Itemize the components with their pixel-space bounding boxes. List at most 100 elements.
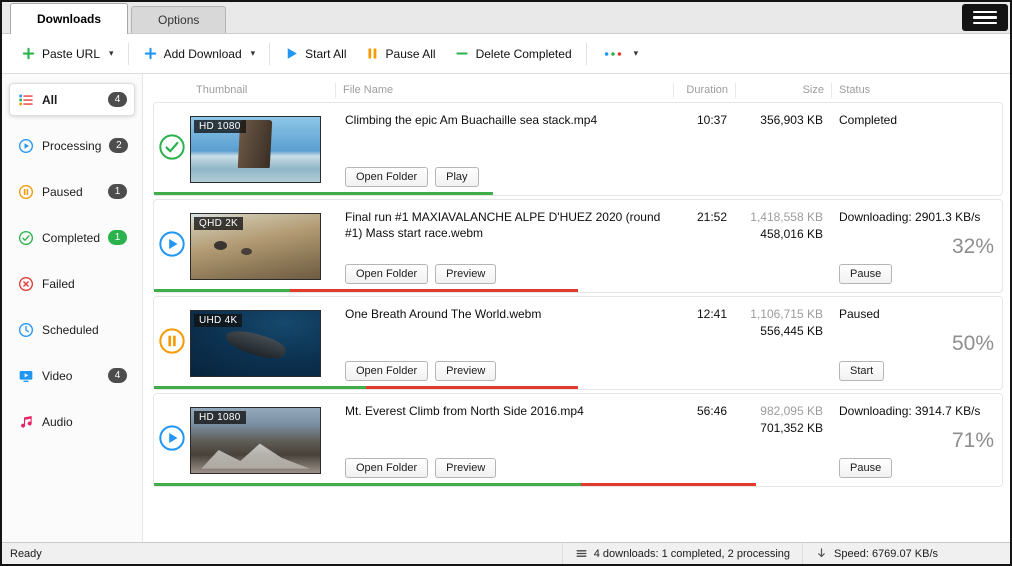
x-circle-icon xyxy=(17,275,34,292)
status-text: Downloading: 3914.7 KB/s xyxy=(839,404,996,418)
list-lines-icon xyxy=(575,547,588,560)
hamburger-menu-button[interactable] xyxy=(962,4,1008,31)
sidebar-item-processing[interactable]: Processing 2 xyxy=(9,129,135,162)
count-badge: 4 xyxy=(108,92,127,107)
sidebar-item-scheduled[interactable]: Scheduled xyxy=(9,313,135,346)
tab-label: Downloads xyxy=(37,12,101,26)
sidebar-item-completed[interactable]: Completed 1 xyxy=(9,221,135,254)
status-text: Paused xyxy=(839,307,996,321)
tab-downloads[interactable]: Downloads xyxy=(10,3,128,34)
play-circle-icon xyxy=(158,230,186,263)
column-header-thumbnail: Thumbnail xyxy=(189,83,335,98)
chevron-down-icon[interactable]: ▾ xyxy=(251,48,256,59)
duration-value: 12:41 xyxy=(672,297,734,389)
status-text: Completed xyxy=(839,113,996,127)
count-badge: 2 xyxy=(109,138,128,153)
preview-button[interactable]: Preview xyxy=(435,458,496,478)
count-badge: 4 xyxy=(108,368,127,383)
quality-badge: UHD 4K xyxy=(194,314,242,327)
check-circle-icon xyxy=(158,133,186,166)
pause-all-button[interactable]: Pause All xyxy=(356,40,445,67)
duration-value: 10:37 xyxy=(672,103,734,195)
chevron-down-icon[interactable]: ▾ xyxy=(634,48,639,59)
duration-value: 21:52 xyxy=(672,200,734,292)
open-folder-button[interactable]: Open Folder xyxy=(345,264,428,284)
plus-icon xyxy=(143,46,158,61)
sidebar-item-all[interactable]: All 4 xyxy=(9,83,135,116)
progress-bar xyxy=(154,386,578,389)
pause-icon xyxy=(365,46,380,61)
download-row[interactable]: QHD 2K Final run #1 MAXIAVALANCHE ALPE D… xyxy=(153,199,1003,293)
download-row[interactable]: UHD 4K One Breath Around The World.webm … xyxy=(153,296,1003,390)
start-button[interactable]: Start xyxy=(839,361,884,381)
file-name: Mt. Everest Climb from North Side 2016.m… xyxy=(345,403,664,419)
start-all-button[interactable]: Start All xyxy=(275,40,355,67)
pause-all-label: Pause All xyxy=(386,47,436,61)
size-total: 1,418,558 KB xyxy=(741,210,823,224)
progress-bar xyxy=(154,192,493,195)
play-button[interactable]: Play xyxy=(435,167,478,187)
pause-button[interactable]: Pause xyxy=(839,264,892,284)
duration-value: 56:46 xyxy=(672,394,734,486)
paste-url-button[interactable]: Paste URL ▾ xyxy=(12,40,123,67)
add-download-button[interactable]: Add Download ▾ xyxy=(134,40,265,67)
open-folder-button[interactable]: Open Folder xyxy=(345,361,428,381)
row-state xyxy=(154,200,190,292)
video-thumbnail: UHD 4K xyxy=(190,310,321,377)
list-icon xyxy=(17,91,34,108)
main-body: All 4 Processing 2 Paused 1 Completed 1 … xyxy=(2,74,1010,542)
status-bar: Ready 4 downloads: 1 completed, 2 proces… xyxy=(2,542,1010,564)
table-header: Thumbnail File Name Duration Size Status xyxy=(153,78,1003,102)
clock-icon xyxy=(17,321,34,338)
download-row[interactable]: HD 1080 Climbing the epic Am Buachaille … xyxy=(153,102,1003,196)
play-circle-icon xyxy=(158,424,186,457)
pause-circle-icon xyxy=(17,183,34,200)
check-circle-icon xyxy=(17,229,34,246)
tab-label: Options xyxy=(158,13,199,27)
progress-bar xyxy=(154,483,756,486)
hamburger-icon xyxy=(973,11,997,14)
column-header-size: Size xyxy=(735,83,831,98)
open-folder-button[interactable]: Open Folder xyxy=(345,167,428,187)
file-name: Climbing the epic Am Buachaille sea stac… xyxy=(345,112,664,128)
quality-badge: HD 1080 xyxy=(194,120,246,133)
download-row[interactable]: HD 1080 Mt. Everest Climb from North Sid… xyxy=(153,393,1003,487)
sidebar-item-label: Completed xyxy=(42,231,100,245)
percent-label: 71% xyxy=(952,429,994,453)
open-folder-button[interactable]: Open Folder xyxy=(345,458,428,478)
size-downloaded: 356,903 KB xyxy=(741,113,823,127)
download-list: HD 1080 Climbing the epic Am Buachaille … xyxy=(153,102,1003,542)
sidebar-item-paused[interactable]: Paused 1 xyxy=(9,175,135,208)
pause-button[interactable]: Pause xyxy=(839,458,892,478)
toolbar-separator xyxy=(586,43,587,65)
count-badge: 1 xyxy=(108,184,127,199)
file-name: Final run #1 MAXIAVALANCHE ALPE D'HUEZ 2… xyxy=(345,209,664,241)
preview-button[interactable]: Preview xyxy=(435,361,496,381)
video-icon xyxy=(17,367,34,384)
row-state xyxy=(154,297,190,389)
tab-options[interactable]: Options xyxy=(131,6,226,33)
sidebar-item-label: All xyxy=(42,93,57,107)
row-state xyxy=(154,103,190,195)
delete-completed-label: Delete Completed xyxy=(476,47,572,61)
sidebar-item-label: Video xyxy=(42,369,72,383)
start-all-label: Start All xyxy=(305,47,346,61)
video-thumbnail: HD 1080 xyxy=(190,116,321,183)
progress-bar xyxy=(154,289,578,292)
more-actions-button[interactable]: ▾ xyxy=(592,41,648,67)
video-thumbnail: QHD 2K xyxy=(190,213,321,280)
app-window: Downloads Options Paste URL ▾ Add Downlo… xyxy=(0,0,1012,566)
delete-completed-button[interactable]: Delete Completed xyxy=(445,40,581,67)
sidebar-item-label: Processing xyxy=(42,139,101,153)
sidebar-item-label: Audio xyxy=(42,415,73,429)
chevron-down-icon[interactable]: ▾ xyxy=(109,48,114,59)
preview-button[interactable]: Preview xyxy=(435,264,496,284)
plus-icon xyxy=(21,46,36,61)
down-arrow-icon xyxy=(815,547,828,560)
sidebar-item-audio[interactable]: Audio xyxy=(9,405,135,438)
percent-label: 50% xyxy=(952,332,994,356)
toolbar-separator xyxy=(128,43,129,65)
dots-icon xyxy=(601,47,625,61)
sidebar-item-video[interactable]: Video 4 xyxy=(9,359,135,392)
sidebar-item-failed[interactable]: Failed xyxy=(9,267,135,300)
